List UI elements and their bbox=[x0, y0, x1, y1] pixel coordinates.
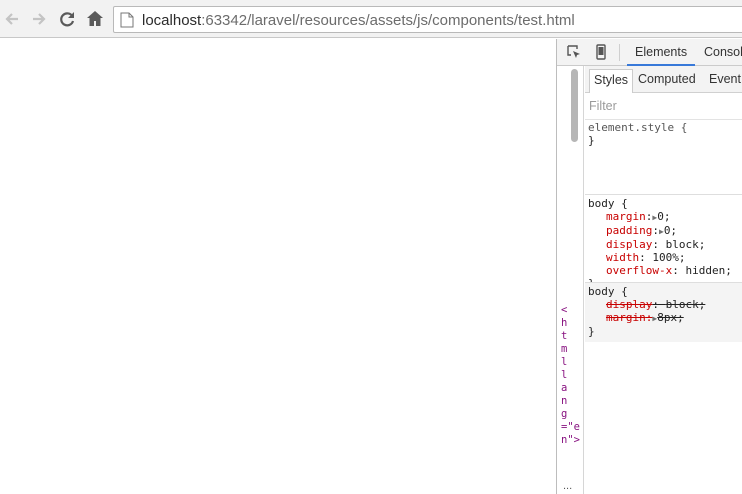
css-property[interactable]: overflow-x bbox=[606, 264, 672, 277]
css-property[interactable]: width bbox=[606, 251, 639, 264]
styles-pane: Styles Computed Event Filter element.sty… bbox=[585, 66, 742, 494]
rule-selector: body { bbox=[588, 285, 628, 298]
css-property[interactable]: margin bbox=[606, 311, 646, 324]
dom-html-node[interactable]: <html lang="en"> bbox=[561, 304, 580, 447]
css-rule-element-style[interactable]: element.style { } bbox=[585, 121, 742, 147]
tab-console[interactable]: Console bbox=[704, 45, 742, 59]
css-declaration-overridden[interactable]: display: block; bbox=[585, 298, 742, 311]
css-colon: : bbox=[639, 251, 653, 264]
css-value[interactable]: 100%; bbox=[652, 251, 685, 264]
dom-tree-pane[interactable]: <html lang="en"> ... bbox=[557, 66, 584, 494]
css-value[interactable]: hidden; bbox=[685, 264, 731, 277]
toolbar-separator bbox=[619, 44, 620, 61]
subtab-styles[interactable]: Styles bbox=[589, 69, 634, 93]
css-declaration-overridden[interactable]: margin:▶8px; bbox=[585, 311, 742, 325]
css-property[interactable]: display bbox=[606, 238, 652, 251]
page-icon bbox=[120, 12, 134, 28]
css-value[interactable]: 0; bbox=[657, 210, 670, 223]
subtab-computed[interactable]: Computed bbox=[638, 72, 696, 86]
tab-elements[interactable]: Elements bbox=[635, 45, 687, 59]
back-arrow-icon[interactable] bbox=[1, 8, 23, 30]
forward-arrow-icon[interactable] bbox=[28, 8, 50, 30]
css-declaration[interactable]: overflow-x: hidden; bbox=[585, 264, 742, 277]
styles-subtabbar: Styles Computed Event bbox=[585, 66, 742, 93]
dom-more-indicator[interactable]: ... bbox=[563, 480, 572, 492]
rule-close-brace: } bbox=[588, 134, 595, 147]
address-bar[interactable]: localhost:63342/laravel/resources/assets… bbox=[113, 6, 742, 33]
home-icon[interactable] bbox=[84, 8, 106, 30]
css-declaration[interactable]: margin:▶0; bbox=[585, 210, 742, 224]
css-declaration[interactable]: display: block; bbox=[585, 238, 742, 251]
css-value[interactable]: 8px; bbox=[657, 311, 684, 324]
url-text: localhost:63342/laravel/resources/assets… bbox=[142, 12, 575, 29]
device-mode-icon[interactable] bbox=[593, 44, 609, 60]
css-property[interactable]: display bbox=[606, 298, 652, 311]
filter-divider bbox=[585, 119, 742, 120]
css-value[interactable]: 0; bbox=[664, 224, 677, 237]
css-declaration[interactable]: width: 100%; bbox=[585, 251, 742, 264]
url-host: localhost bbox=[142, 12, 202, 29]
reload-icon[interactable] bbox=[56, 8, 78, 30]
css-rule-body-author[interactable]: body { margin:▶0; padding:▶0; display: b… bbox=[585, 194, 742, 290]
browser-toolbar: localhost:63342/laravel/resources/assets… bbox=[0, 0, 742, 38]
devtools-panel: Elements Console <html lang="en"> ... St… bbox=[556, 39, 742, 494]
css-declaration[interactable]: padding:▶0; bbox=[585, 224, 742, 238]
subtab-event-listeners[interactable]: Event bbox=[709, 72, 741, 86]
devtools-tabbar: Elements Console bbox=[557, 39, 742, 66]
css-value[interactable]: block; bbox=[666, 298, 706, 311]
css-colon: : bbox=[672, 264, 686, 277]
css-colon: : bbox=[652, 298, 666, 311]
css-colon: : bbox=[652, 238, 666, 251]
css-property[interactable]: padding bbox=[606, 224, 652, 237]
css-colon: : bbox=[652, 224, 659, 237]
page-viewport bbox=[0, 39, 556, 494]
css-property[interactable]: margin bbox=[606, 210, 646, 223]
rule-selector: element.style { bbox=[588, 121, 688, 134]
rule-selector: body { bbox=[588, 197, 628, 210]
css-value[interactable]: block; bbox=[666, 238, 706, 251]
inspect-element-icon[interactable] bbox=[566, 44, 582, 60]
css-rule-body-user-agent[interactable]: body { display: block; margin:▶8px; } bbox=[585, 282, 742, 342]
rule-close-brace: } bbox=[588, 325, 595, 338]
styles-filter-input[interactable]: Filter bbox=[589, 99, 617, 113]
dom-scrollbar[interactable] bbox=[571, 69, 578, 142]
url-path: :63342/laravel/resources/assets/js/compo… bbox=[201, 12, 575, 29]
